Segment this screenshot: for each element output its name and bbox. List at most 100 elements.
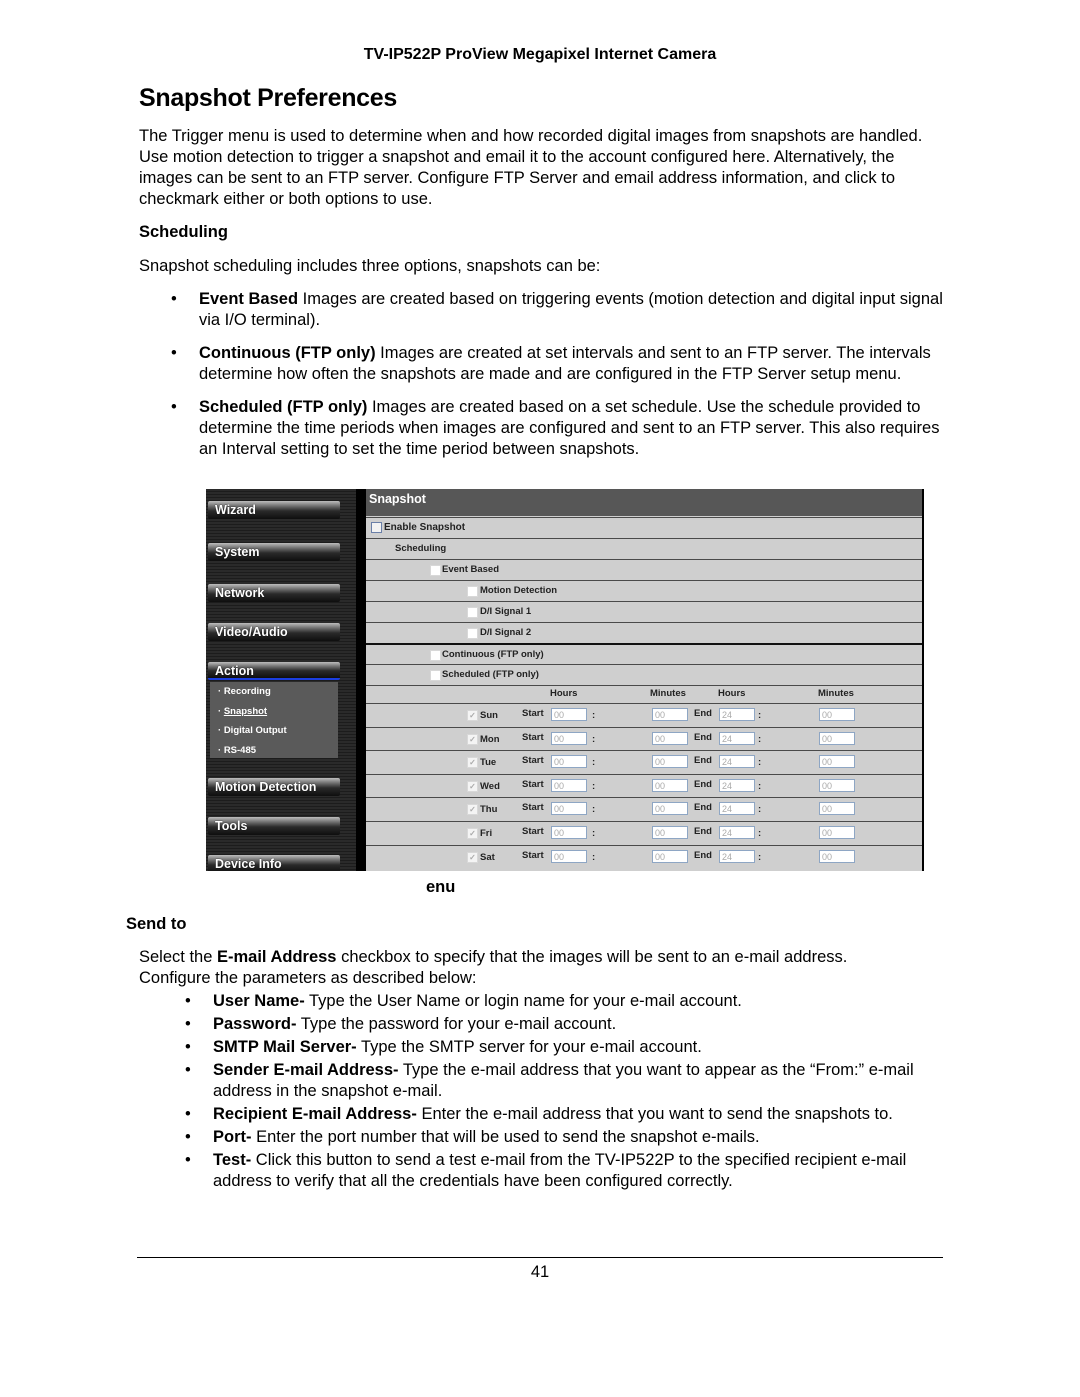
description: Click this button to send a test e-mail … [213,1151,907,1190]
send-to-list: • User Name- Type the User Name or login … [185,991,938,1194]
snapshot-panel: Snapshot Enable Snapshot Scheduling Even… [366,489,922,871]
continuous-checkbox[interactable] [430,650,441,661]
event-based-label: Event Based [442,564,500,575]
end-hours-input[interactable]: 24 [719,778,755,792]
start-minutes-input[interactable]: 00 [652,708,688,721]
end-minutes-input[interactable]: 00 [819,802,855,816]
schedule-row: ✓ Sun Start 00:00 End 24:00 [366,703,922,727]
nav-system[interactable]: System [208,543,340,561]
term: Password- [213,1015,297,1033]
day-checkbox[interactable]: ✓ [467,828,478,839]
row-scheduling: Scheduling [366,538,922,559]
start-hours-input[interactable]: 00 [551,849,587,863]
start-hours-input[interactable]: 00 [551,708,587,721]
event-based-checkbox[interactable] [430,565,441,576]
nav-action[interactable]: Action [208,662,340,680]
list-item: • Continuous (FTP only) Images are create… [171,343,944,385]
start-hours-input[interactable]: 00 [551,755,587,769]
bullet: • [185,1151,191,1169]
colon: : [592,828,596,839]
list-item: • Password- Type the password for your e-… [185,1014,938,1035]
term: SMTP Mail Server- [213,1038,357,1056]
day-label: Mon [480,733,500,745]
colon: : [592,851,596,863]
scheduling-label: Scheduling [395,543,447,554]
bullet: • [171,398,177,416]
nav-wizard[interactable]: Wizard [208,501,340,519]
list-item: • Sender E-mail Address- Type the e-mail … [185,1060,938,1102]
end-label: End [694,826,712,837]
end-minutes-input[interactable]: 00 [819,708,855,721]
nav-tools[interactable]: Tools [208,817,340,835]
day-checkbox[interactable]: ✓ [467,804,478,816]
nav-video-audio[interactable]: Video/Audio [208,623,340,641]
term: Scheduled (FTP only) [199,398,368,416]
motion-detection-checkbox[interactable] [467,586,478,597]
day-checkbox[interactable]: ✓ [467,733,478,745]
submenu-snapshot[interactable]: · Snapshot [210,702,338,722]
schedule-row: ✓ Tue Start 00:00 End 24:00 [366,750,922,774]
list-item: • Scheduled (FTP only) Images are created… [171,397,944,460]
col-end-hours: Hours [718,688,746,699]
start-minutes-input[interactable]: 00 [652,849,688,863]
end-hours-input[interactable]: 24 [719,708,755,721]
day-checkbox[interactable]: ✓ [467,851,478,863]
enable-snapshot-checkbox[interactable] [371,522,382,533]
term: Sender E-mail Address- [213,1061,399,1079]
nav-network[interactable]: Network [208,584,340,602]
schedule-row: ✓ Wed Start 00:00 End 24:00 [366,773,922,798]
end-hours-input[interactable]: 24 [719,849,755,863]
submenu-recording[interactable]: · Recording [210,682,338,702]
term: Test- [213,1151,252,1169]
day-checkbox[interactable]: ✓ [467,780,478,792]
start-hours-input[interactable]: 00 [551,778,587,792]
scheduling-lead: Snapshot scheduling includes three optio… [139,257,601,275]
description: Images are created based on triggering e… [199,290,943,329]
day-checkbox[interactable]: ✓ [467,757,478,769]
end-minutes-input[interactable]: 00 [819,826,855,839]
camera-ui-screenshot: Wizard System Network Video/Audio Action… [206,489,924,871]
enable-snapshot-label: Enable Snapshot [384,522,466,533]
bullet: • [185,1128,191,1146]
di-signal-2-checkbox[interactable] [467,628,478,639]
end-hours-input[interactable]: 24 [719,755,755,769]
di-signal-2-label: D/I Signal 2 [480,627,532,638]
nav-device-info[interactable]: Device Info [208,855,340,871]
end-minutes-input[interactable]: 00 [819,849,855,863]
start-minutes-input[interactable]: 00 [652,755,688,769]
start-minutes-input[interactable]: 00 [652,778,688,792]
day-checkbox[interactable]: ✓ [467,710,478,721]
start-hours-input[interactable]: 00 [551,826,587,839]
di-signal-1-checkbox[interactable] [467,607,478,618]
bullet: • [171,290,177,308]
end-label: End [694,755,712,767]
end-minutes-input[interactable]: 00 [819,731,855,745]
start-minutes-input[interactable]: 00 [652,731,688,745]
start-hours-input[interactable]: 00 [551,731,587,745]
end-minutes-input[interactable]: 00 [819,778,855,792]
nav-motion-detection[interactable]: Motion Detection [208,778,340,796]
start-minutes-input[interactable]: 00 [652,802,688,816]
start-label: Start [522,755,544,767]
end-hours-input[interactable]: 24 [719,731,755,745]
di-signal-1-label: D/I Signal 1 [480,606,532,617]
start-hours-input[interactable]: 00 [551,802,587,816]
scheduled-checkbox[interactable] [430,670,441,681]
day-label: Tue [480,757,497,769]
sidebar-nav: Wizard System Network Video/Audio Action… [206,489,356,871]
start-label: Start [522,708,544,719]
submenu-digital-output[interactable]: · Digital Output [210,721,338,741]
description: Enter the port number that will be used … [251,1128,760,1146]
colon: : [592,757,596,769]
start-label: Start [522,849,544,861]
row-di2: D/I Signal 2 [366,622,922,643]
start-minutes-input[interactable]: 00 [652,826,688,839]
colon: : [592,804,596,816]
submenu-rs485[interactable]: · RS-485 [210,741,338,761]
end-hours-input[interactable]: 24 [719,826,755,839]
end-hours-input[interactable]: 24 [719,802,755,816]
end-label: End [694,778,712,790]
figure-caption: enu [426,878,456,896]
end-minutes-input[interactable]: 00 [819,755,855,769]
list-item: • Port- Enter the port number that will b… [185,1127,938,1148]
